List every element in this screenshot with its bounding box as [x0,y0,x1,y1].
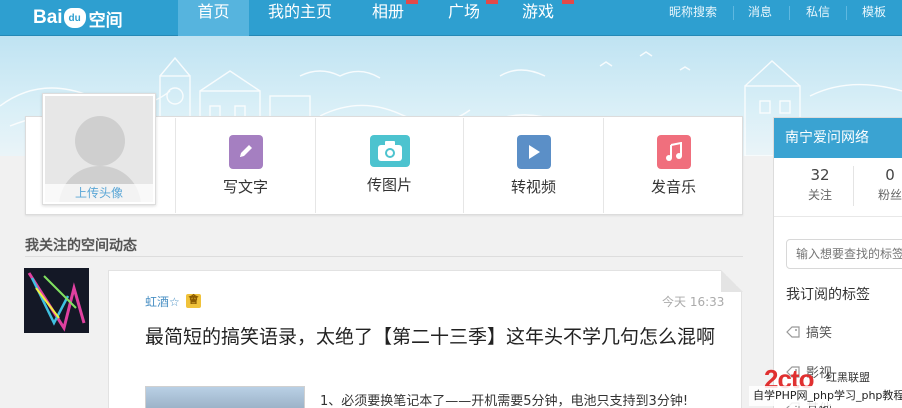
nav-tab-home[interactable]: 首页 [178,0,249,36]
album-new-badge [406,0,418,4]
feed-section-title: 我关注的空间动态 [25,238,137,254]
tag-icon [786,325,800,338]
nav-tab-album-label: 相册 [371,2,404,21]
nav-tab-games-label: 游戏 [521,2,554,21]
templates-link[interactable]: 模板 [862,0,886,24]
post-author-name[interactable]: 虹酒☆ [145,293,180,310]
write-text-button[interactable]: 写文字 [176,118,315,213]
feed-title-divider [25,256,743,257]
followers-stat[interactable]: 0 粉丝 [860,166,902,203]
upload-image-button[interactable]: 传图片 [316,118,463,213]
subscribed-tags-title: 我订阅的标签 [786,287,870,303]
share-music-label: 发音乐 [650,178,696,196]
write-text-label: 写文字 [222,178,268,196]
pencil-icon [228,135,263,169]
logo-text-space: 空间 [88,10,123,30]
logo-text-bai: Bai [33,7,63,28]
user-avatar[interactable]: 上传头像 [42,93,156,205]
following-label: 关注 [807,188,832,202]
post-thumbnail-image[interactable] [145,386,305,408]
nav-tab-my-home[interactable]: 我的主页 [258,0,342,36]
followers-label: 粉丝 [877,188,902,202]
nav-tab-games[interactable]: 游戏 [512,0,564,36]
baidu-space-logo[interactable]: Bai du 空间 [33,5,123,31]
upload-image-label: 传图片 [366,176,412,194]
stats-divider [853,166,854,206]
share-video-label: 转视频 [510,178,556,196]
share-video-button[interactable]: 转视频 [464,118,603,213]
camera-icon [369,135,410,167]
private-messages-link[interactable]: 私信 [806,0,830,24]
games-new-badge [562,0,574,4]
sidebar-username[interactable]: 南宁爱问网络 [774,118,902,158]
watermark-bar: 自学PHP网_php学习_php教程 [749,386,902,406]
post-corner-fold [721,270,743,292]
avatar-placeholder: 上传头像 [45,96,153,202]
share-music-button[interactable]: 发音乐 [604,118,743,213]
play-icon [516,135,551,169]
vip-badge: 會 [186,294,201,308]
nav-divider [733,6,734,20]
nav-tab-square-label: 广场 [447,2,480,21]
tag-label: 搞笑 [806,326,833,341]
upload-avatar-link[interactable]: 上传头像 [45,184,153,202]
tag-search-input[interactable] [786,239,902,269]
following-stat[interactable]: 32 关注 [790,166,850,203]
square-new-badge [486,0,498,4]
sidebar-divider [774,216,902,217]
nav-tab-album[interactable]: 相册 [362,0,414,36]
nav-tab-my-home-label: 我的主页 [267,2,332,21]
tag-item-funny[interactable]: 搞笑 [786,322,832,341]
post-title-link[interactable]: 最简短的搞笑语录，太绝了【第二十三季】这年头不学几句怎么混啊 [145,324,720,350]
avatar-head-shape [75,116,125,166]
music-icon [656,135,691,169]
nav-tab-square[interactable]: 广场 [436,0,492,36]
nav-divider [789,6,790,20]
nav-divider [846,6,847,20]
messages-link[interactable]: 消息 [748,0,772,24]
post-author-avatar[interactable] [24,268,89,333]
watermark-subtitle: 红黑联盟 [826,371,870,384]
post-excerpt: 1、必须要换笔记本了——开机需要5分钟，电池只支持到3分钟! [320,394,689,408]
author-avatar-image [24,268,89,333]
following-count: 32 [810,166,830,184]
nickname-search-link[interactable]: 昵称搜索 [669,0,717,24]
nav-tab-home-label: 首页 [197,2,230,21]
logo-paw-icon: du [63,8,86,28]
followers-count: 0 [885,166,895,184]
post-timestamp: 今天 16:33 [662,295,725,309]
